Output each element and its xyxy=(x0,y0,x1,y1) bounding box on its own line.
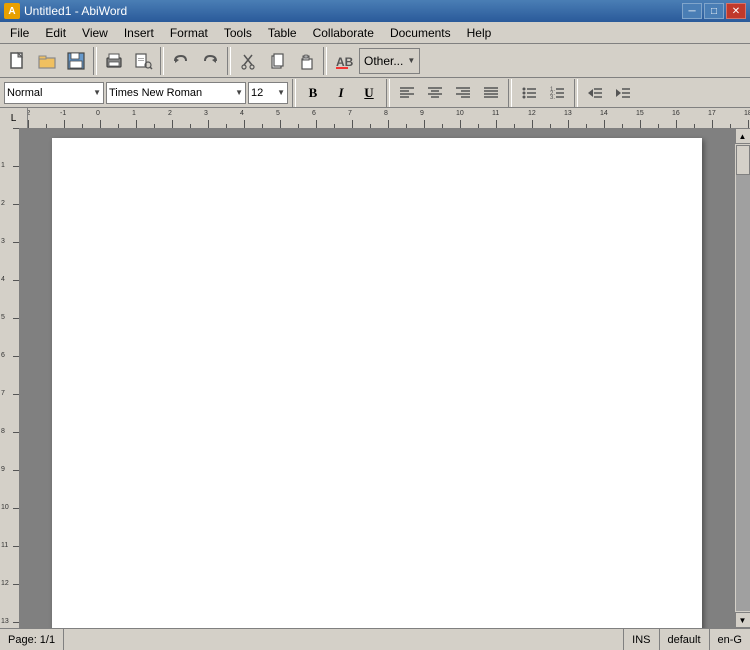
spell-check-button[interactable]: ABC xyxy=(330,47,358,75)
menu-view[interactable]: View xyxy=(74,24,116,42)
lang-label: default xyxy=(668,634,701,646)
unordered-list-button[interactable] xyxy=(516,81,542,105)
increase-indent-button[interactable] xyxy=(610,81,636,105)
style-arrow: ▼ xyxy=(93,88,101,97)
page-info: Page: 1/1 xyxy=(8,634,55,646)
document-area[interactable] xyxy=(20,128,734,628)
separator6 xyxy=(386,79,390,107)
svg-text:3.: 3. xyxy=(550,95,555,101)
locale-label: en-G xyxy=(718,634,742,646)
svg-text:ABC: ABC xyxy=(336,55,354,69)
align-left-button[interactable] xyxy=(394,81,420,105)
decrease-indent-button[interactable] xyxy=(582,81,608,105)
ruler-container: L -2-1012345678910111213141516171819 xyxy=(0,108,750,128)
menu-edit[interactable]: Edit xyxy=(37,24,74,42)
scroll-down-button[interactable]: ▼ xyxy=(735,612,750,628)
vertical-ruler: 1234567891011121314 xyxy=(0,128,20,628)
print-button[interactable] xyxy=(100,47,128,75)
scroll-track[interactable] xyxy=(736,145,750,611)
menu-bar: File Edit View Insert Format Tools Table… xyxy=(0,22,750,44)
window-title: Untitled1 - AbiWord xyxy=(24,4,127,18)
font-size-arrow: ▼ xyxy=(277,88,285,97)
main-area: 1234567891011121314 ▲ ▼ xyxy=(0,128,750,628)
horizontal-ruler: -2-1012345678910111213141516171819 xyxy=(28,108,750,128)
undo-button[interactable] xyxy=(167,47,195,75)
menu-table[interactable]: Table xyxy=(260,24,305,42)
toolbar2: Normal ▼ Times New Roman ▼ 12 ▼ B I U xyxy=(0,78,750,108)
maximize-button[interactable]: □ xyxy=(704,3,724,19)
cut-button[interactable] xyxy=(234,47,262,75)
window-controls: ─ □ ✕ xyxy=(682,3,746,19)
status-bar: Page: 1/1 INS default en-G xyxy=(0,628,750,650)
separator5 xyxy=(292,79,296,107)
locale-status: en-G xyxy=(710,629,750,650)
save-button[interactable] xyxy=(62,47,90,75)
menu-tools[interactable]: Tools xyxy=(216,24,260,42)
bold-button[interactable]: B xyxy=(300,81,326,105)
page-status: Page: 1/1 xyxy=(0,629,64,650)
separator8 xyxy=(574,79,578,107)
font-arrow: ▼ xyxy=(235,88,243,97)
separator2 xyxy=(160,47,164,75)
print-preview-button[interactable] xyxy=(129,47,157,75)
menu-format[interactable]: Format xyxy=(162,24,216,42)
paste-button[interactable] xyxy=(292,47,320,75)
menu-collaborate[interactable]: Collaborate xyxy=(305,24,382,42)
lang-status: default xyxy=(660,629,710,650)
underline-button[interactable]: U xyxy=(356,81,382,105)
font-value: Times New Roman xyxy=(109,87,202,99)
font-size-select[interactable]: 12 ▼ xyxy=(248,82,288,104)
ruler-corner: L xyxy=(0,108,28,128)
font-size-value: 12 xyxy=(251,87,263,99)
spell-dropdown-label: Other... xyxy=(364,54,403,68)
title-bar-left: A Untitled1 - AbiWord xyxy=(4,3,127,19)
redo-button[interactable] xyxy=(196,47,224,75)
scroll-up-button[interactable]: ▲ xyxy=(735,128,750,144)
new-button[interactable] xyxy=(4,47,32,75)
style-select[interactable]: Normal ▼ xyxy=(4,82,104,104)
close-button[interactable]: ✕ xyxy=(726,3,746,19)
toolbar1: ABC Other... ▼ xyxy=(0,44,750,78)
minimize-button[interactable]: ─ xyxy=(682,3,702,19)
status-middle xyxy=(64,629,624,650)
font-select[interactable]: Times New Roman ▼ xyxy=(106,82,246,104)
copy-button[interactable] xyxy=(263,47,291,75)
separator1 xyxy=(93,47,97,75)
spell-dropdown-arrow: ▼ xyxy=(407,56,415,65)
vertical-scrollbar[interactable]: ▲ ▼ xyxy=(734,128,750,628)
open-button[interactable] xyxy=(33,47,61,75)
title-bar: A Untitled1 - AbiWord ─ □ ✕ xyxy=(0,0,750,22)
menu-documents[interactable]: Documents xyxy=(382,24,459,42)
separator3 xyxy=(227,47,231,75)
align-justify-button[interactable] xyxy=(478,81,504,105)
menu-help[interactable]: Help xyxy=(459,24,500,42)
scroll-thumb[interactable] xyxy=(736,145,750,175)
style-value: Normal xyxy=(7,87,42,99)
menu-insert[interactable]: Insert xyxy=(116,24,162,42)
menu-file[interactable]: File xyxy=(2,24,37,42)
ordered-list-button[interactable]: 1.2.3. xyxy=(544,81,570,105)
separator7 xyxy=(508,79,512,107)
spell-language-dropdown[interactable]: Other... ▼ xyxy=(359,48,420,74)
separator4 xyxy=(323,47,327,75)
italic-button[interactable]: I xyxy=(328,81,354,105)
app-icon: A xyxy=(4,3,20,19)
align-right-button[interactable] xyxy=(450,81,476,105)
document-page[interactable] xyxy=(52,138,702,628)
ins-status: INS xyxy=(624,629,659,650)
align-center-button[interactable] xyxy=(422,81,448,105)
ins-label: INS xyxy=(632,634,650,646)
